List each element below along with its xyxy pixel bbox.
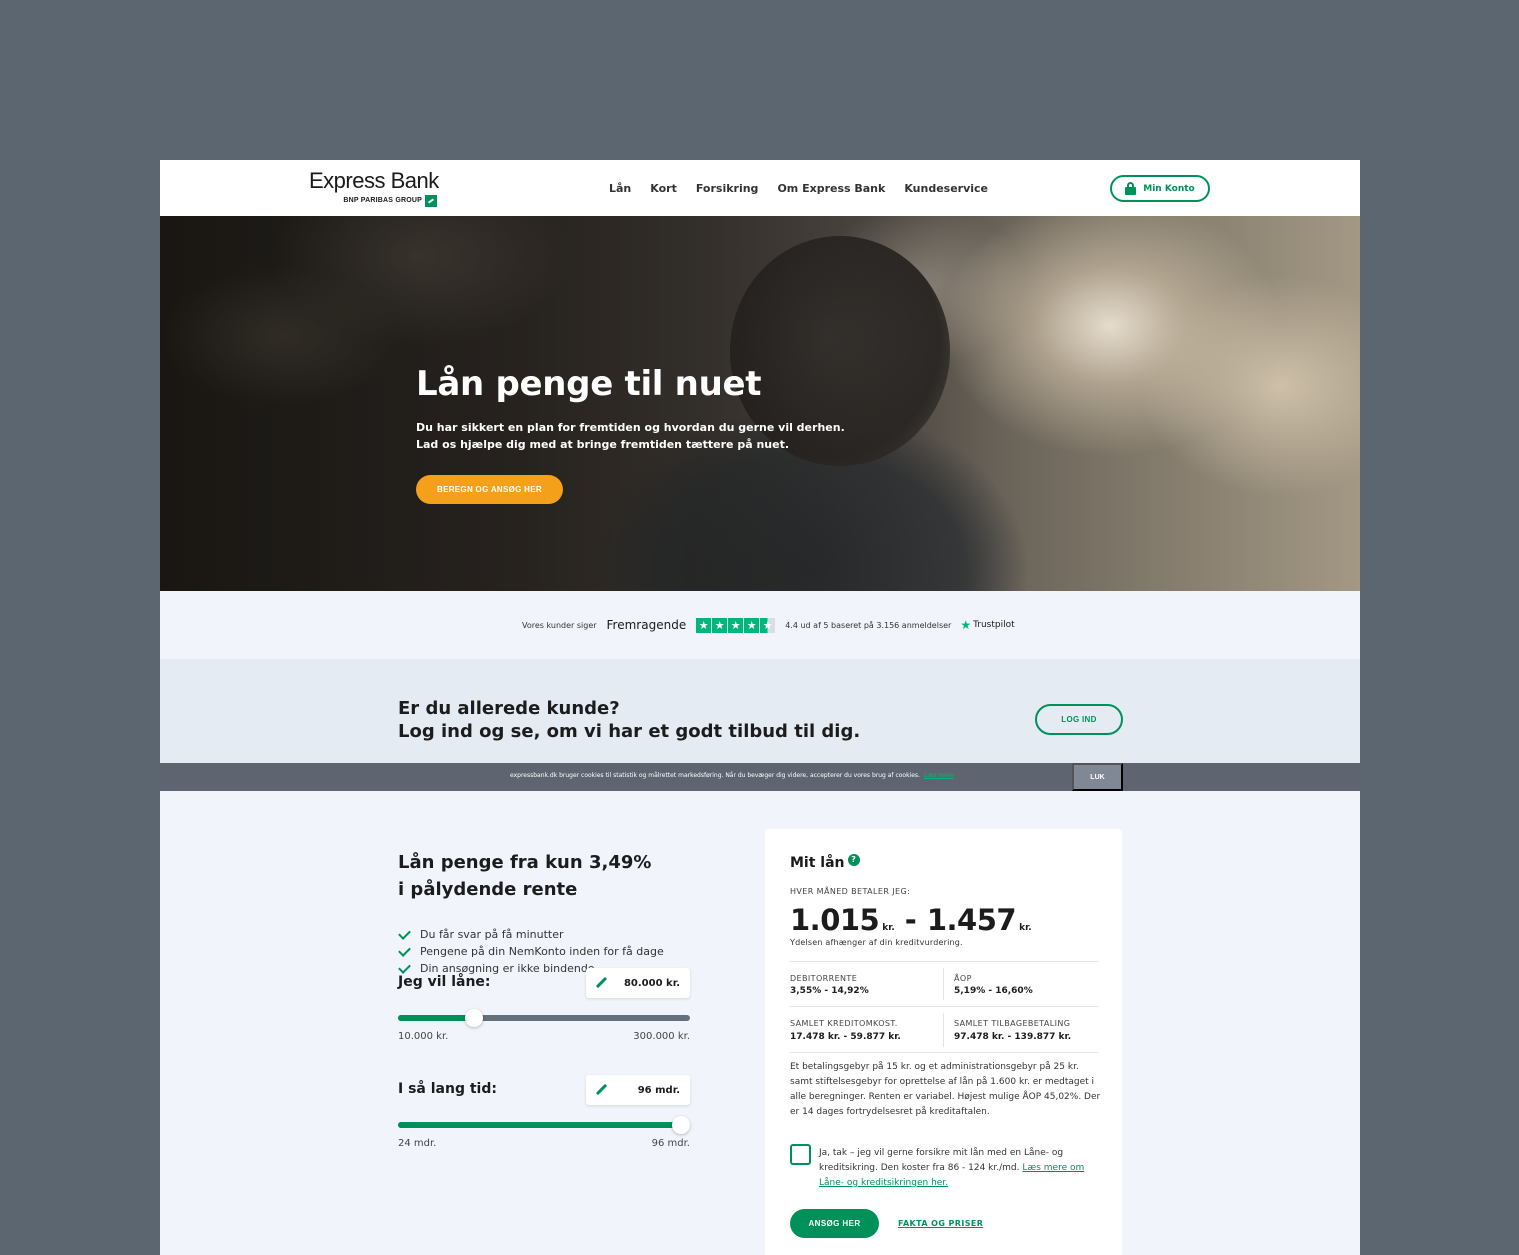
calculator-title: Lån penge fra kun 3,49% i pålydende rent… — [398, 852, 652, 900]
duration-slider[interactable] — [398, 1116, 690, 1134]
nav-item-kundeservice[interactable]: Kundeservice — [904, 182, 988, 195]
nav-item-lan[interactable]: Lån — [609, 182, 631, 195]
debit-rate-label: DEBITORRENTE — [790, 974, 858, 983]
bnp-mark-icon — [425, 195, 437, 207]
repayment-label: SAMLET TILBAGEBETALING — [954, 1019, 1071, 1028]
cookie-message: expressbank.dk bruger cookies til statis… — [510, 772, 954, 779]
trust-rating-word: Fremragende — [606, 618, 687, 632]
amount-min: 10.000 kr. — [398, 1031, 449, 1042]
trust-score: 4.4 ud af 5 baseret på 3.156 anmeldelser — [785, 620, 952, 630]
nav-item-forsikring[interactable]: Forsikring — [696, 182, 759, 195]
duration-min: 24 mdr. — [398, 1138, 437, 1149]
amount-slider-handle[interactable] — [465, 1009, 483, 1027]
trust-prefix: Vores kunder siger — [522, 620, 597, 630]
debit-rate-value: 3,55% - 14,92% — [790, 986, 869, 996]
star-icon: ★ — [696, 617, 712, 633]
ansog-her-button[interactable]: ANSØG HER — [790, 1209, 879, 1238]
beregn-og-ansog-button[interactable]: BEREGN OG ANSØG HER — [416, 475, 563, 504]
card-title: Mit lån? — [790, 854, 860, 871]
monthly-caption: HVER MÅNED BETALER JEG: — [790, 887, 911, 896]
log-ind-button[interactable]: LOG IND — [1035, 704, 1123, 735]
pencil-icon — [596, 1084, 608, 1096]
logo-subtitle: BNP PARIBAS GROUP — [343, 197, 422, 204]
help-icon[interactable]: ? — [847, 854, 860, 866]
duration-max: 96 mdr. — [651, 1138, 690, 1149]
hero-text-line-2: Lad os hjælpe dig med at bringe fremtide… — [416, 438, 790, 451]
trust-stars: ★ ★ ★ ★ ★ — [696, 617, 776, 633]
monthly-payment: 1.015 kr. - 1.457 kr. — [790, 903, 1032, 937]
duration-value: 96 mdr. — [637, 1084, 680, 1096]
checkmark-icon — [398, 928, 412, 942]
duration-label: I så lang tid: — [398, 1081, 497, 1097]
site-header: Express Bank BNP PARIBAS GROUP Lån Kort … — [160, 160, 1360, 216]
trustpilot-brand: Trustpilot — [973, 620, 1015, 630]
fakta-og-priser-link[interactable]: FAKTA OG PRISER — [898, 1219, 983, 1228]
logo-name: Express Bank — [309, 168, 439, 193]
hero-banner: Lån penge til nuet Du har sikkert en pla… — [160, 216, 1360, 591]
express-bank-logo[interactable]: Express Bank BNP PARIBAS GROUP — [309, 168, 439, 210]
main-nav: Lån Kort Forsikring Om Express Bank Kund… — [609, 160, 988, 216]
lock-icon — [1125, 182, 1137, 195]
amount-input[interactable]: 80.000 kr. — [586, 968, 690, 998]
star-icon: ★ — [712, 617, 728, 633]
trustpilot-widget[interactable]: Vores kunder siger Fremragende ★ ★ ★ ★ ★… — [160, 591, 1360, 659]
existing-customer-band: Er du allerede kunde? Log ind og se, om … — [160, 659, 1360, 763]
customer-question: Er du allerede kunde? — [398, 698, 620, 719]
aop-label: ÅOP — [954, 974, 972, 983]
hero-text-line-1: Du har sikkert en plan for fremtiden og … — [416, 421, 845, 434]
cookie-banner: expressbank.dk bruger cookies til statis… — [160, 763, 1360, 791]
list-item: Pengene på din NemKonto inden for få dag… — [398, 943, 664, 960]
amount-max: 300.000 kr. — [633, 1031, 690, 1042]
cookie-read-more-link[interactable]: Læs mere — [924, 772, 954, 779]
amount-value: 80.000 kr. — [623, 977, 680, 989]
min-konto-button[interactable]: Min Konto — [1110, 175, 1210, 202]
customer-offer-text: Log ind og se, om vi har et godt tilbud … — [398, 721, 861, 742]
cookie-close-button[interactable]: LUK — [1072, 763, 1123, 791]
repayment-value: 97.478 kr. - 139.877 kr. — [954, 1032, 1072, 1042]
half-star-icon: ★ — [760, 617, 776, 633]
pencil-icon — [596, 977, 608, 989]
duration-input[interactable]: 96 mdr. — [586, 1075, 690, 1105]
hero-title: Lån penge til nuet — [416, 364, 762, 404]
aop-value: 5,19% - 16,60% — [954, 986, 1033, 996]
amount-slider[interactable] — [398, 1009, 690, 1027]
credit-cost-label: SAMLET KREDITOMKOST. — [790, 1019, 898, 1028]
fee-fine-print: Et betalingsgebyr på 15 kr. og et admini… — [790, 1062, 1101, 1117]
monthly-high: 1.457 — [926, 903, 1017, 937]
loan-calculator: Lån penge fra kun 3,49% i pålydende rent… — [398, 791, 698, 1255]
duration-slider-handle[interactable] — [672, 1116, 690, 1134]
nav-item-om-express-bank[interactable]: Om Express Bank — [777, 182, 885, 195]
monthly-low: 1.015 — [790, 903, 880, 937]
nav-item-kort[interactable]: Kort — [650, 182, 677, 195]
checkmark-icon — [398, 945, 412, 959]
credit-cost-value: 17.478 kr. - 59.877 kr. — [790, 1032, 901, 1042]
trustpilot-star-icon: ★ — [960, 618, 972, 632]
page: Express Bank BNP PARIBAS GROUP Lån Kort … — [160, 160, 1360, 1255]
credit-note: Ydelsen afhænger af din kreditvurdering. — [790, 938, 963, 947]
list-item: Du får svar på få minutter — [398, 926, 664, 943]
star-icon: ★ — [744, 617, 760, 633]
insurance-checkbox[interactable] — [790, 1144, 811, 1165]
loan-summary-card: Mit lån? HVER MÅNED BETALER JEG: 1.015 k… — [765, 829, 1122, 1255]
min-konto-label: Min Konto — [1143, 183, 1195, 194]
star-icon: ★ — [728, 617, 744, 633]
amount-label: Jeg vil låne: — [398, 974, 491, 990]
